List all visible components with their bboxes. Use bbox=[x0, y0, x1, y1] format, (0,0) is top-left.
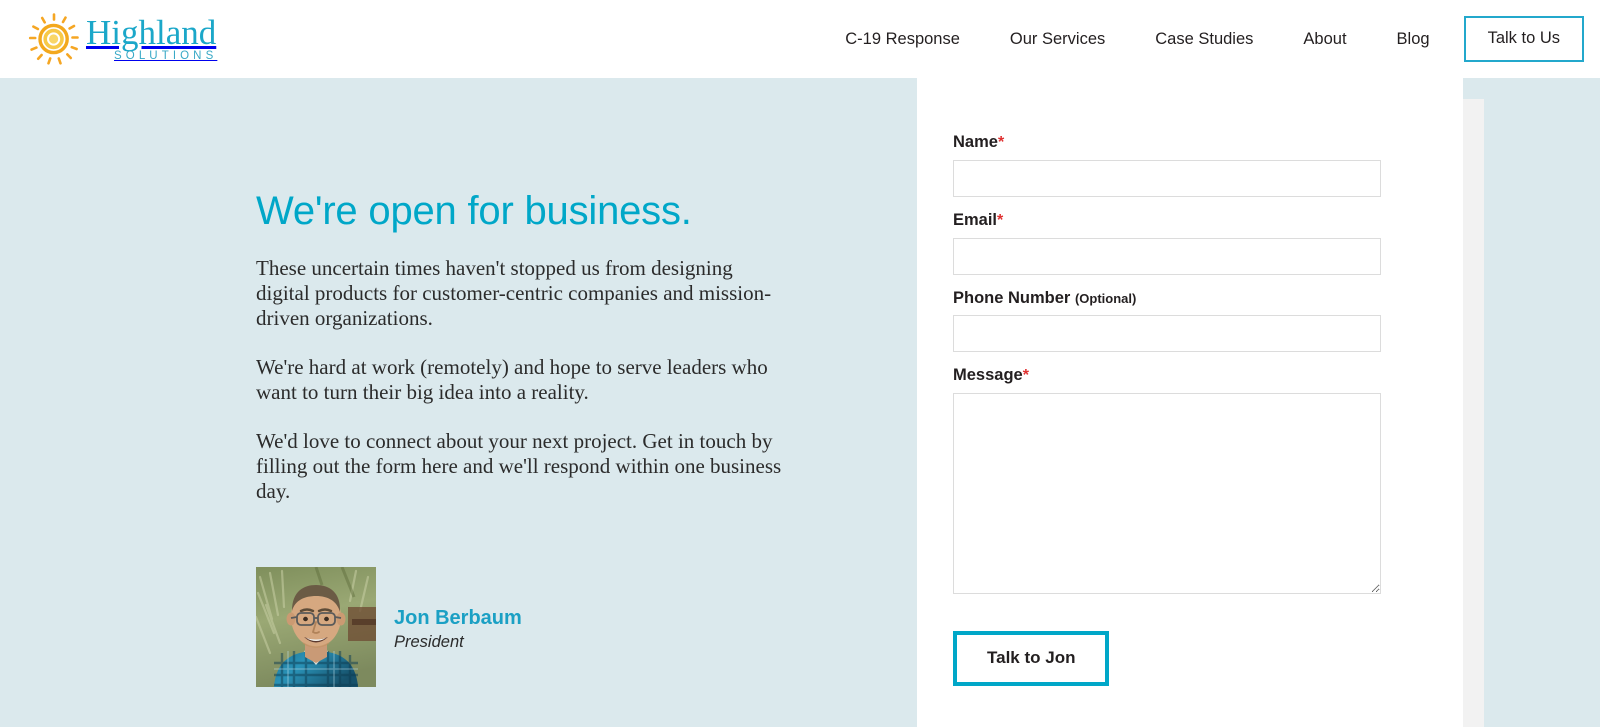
sun-ring-icon bbox=[28, 13, 80, 65]
phone-input[interactable] bbox=[953, 315, 1381, 353]
brand-tagline: SOLUTIONS bbox=[114, 49, 218, 62]
required-marker: * bbox=[997, 211, 1004, 229]
nav-item-about[interactable]: About bbox=[1303, 30, 1346, 49]
author-bio: Jon Berbaum President bbox=[256, 567, 522, 687]
brand-logo[interactable]: Highland SOLUTIONS bbox=[28, 10, 217, 68]
message-label: Message* bbox=[953, 366, 1381, 386]
site-header: Highland SOLUTIONS C-19 Response Our Ser… bbox=[0, 0, 1600, 78]
field-message: Message* bbox=[953, 366, 1381, 595]
nav-item-case-studies[interactable]: Case Studies bbox=[1155, 30, 1253, 49]
name-label: Name* bbox=[953, 133, 1381, 153]
brand-name: Highland bbox=[86, 12, 217, 52]
email-label-text: Email bbox=[953, 210, 998, 229]
right-background-notch bbox=[1463, 78, 1484, 99]
hero-paragraph-1: These uncertain times haven't stopped us… bbox=[256, 256, 772, 330]
field-phone: Phone Number (Optional) bbox=[953, 289, 1381, 353]
field-email: Email* bbox=[953, 211, 1381, 275]
required-marker: * bbox=[997, 134, 1005, 151]
phone-label: Phone Number (Optional) bbox=[953, 289, 1381, 309]
hero-paragraph-2: We're hard at work (remotely) and hope t… bbox=[256, 355, 768, 404]
hero-section: We're open for business. These uncertain… bbox=[0, 78, 917, 727]
field-name: Name* bbox=[953, 133, 1381, 197]
author-role: President bbox=[394, 633, 464, 651]
nav-item-our-services[interactable]: Our Services bbox=[1010, 30, 1105, 49]
avatar bbox=[256, 567, 376, 687]
talk-to-us-button[interactable]: Talk to Us bbox=[1463, 16, 1584, 62]
name-label-text: Name bbox=[953, 133, 998, 151]
message-textarea[interactable] bbox=[953, 393, 1381, 595]
primary-navigation: C-19 Response Our Services Case Studies … bbox=[845, 0, 1600, 78]
optional-marker: (Optional) bbox=[1074, 290, 1137, 306]
message-label-text: Message bbox=[953, 366, 1023, 385]
contact-form: Name* Email* Phone Number (Optional) Mes… bbox=[953, 133, 1381, 686]
author-info: Jon Berbaum President bbox=[394, 567, 522, 651]
page-title: We're open for business. bbox=[256, 189, 692, 233]
name-input[interactable] bbox=[953, 159, 1381, 197]
contact-form-panel: Name* Email* Phone Number (Optional) Mes… bbox=[917, 78, 1463, 727]
talk-to-jon-submit-button[interactable]: Talk to Jon bbox=[953, 631, 1110, 686]
brand-wordmark: Highland SOLUTIONS bbox=[86, 12, 218, 63]
hero-paragraph-3: We'd love to connect about your next pro… bbox=[256, 429, 782, 503]
email-label: Email* bbox=[953, 211, 1381, 231]
page-root: Highland SOLUTIONS C-19 Response Our Ser… bbox=[0, 0, 1600, 727]
phone-label-text: Phone Number bbox=[953, 288, 1071, 307]
hero-content: We're open for business. These uncertain… bbox=[256, 188, 816, 528]
nav-item-blog[interactable]: Blog bbox=[1397, 30, 1430, 49]
required-marker: * bbox=[1022, 367, 1029, 385]
author-name: Jon Berbaum bbox=[394, 607, 522, 629]
email-input[interactable] bbox=[953, 237, 1381, 275]
nav-item-c19-response[interactable]: C-19 Response bbox=[845, 30, 960, 49]
right-background-fill bbox=[1484, 78, 1600, 727]
